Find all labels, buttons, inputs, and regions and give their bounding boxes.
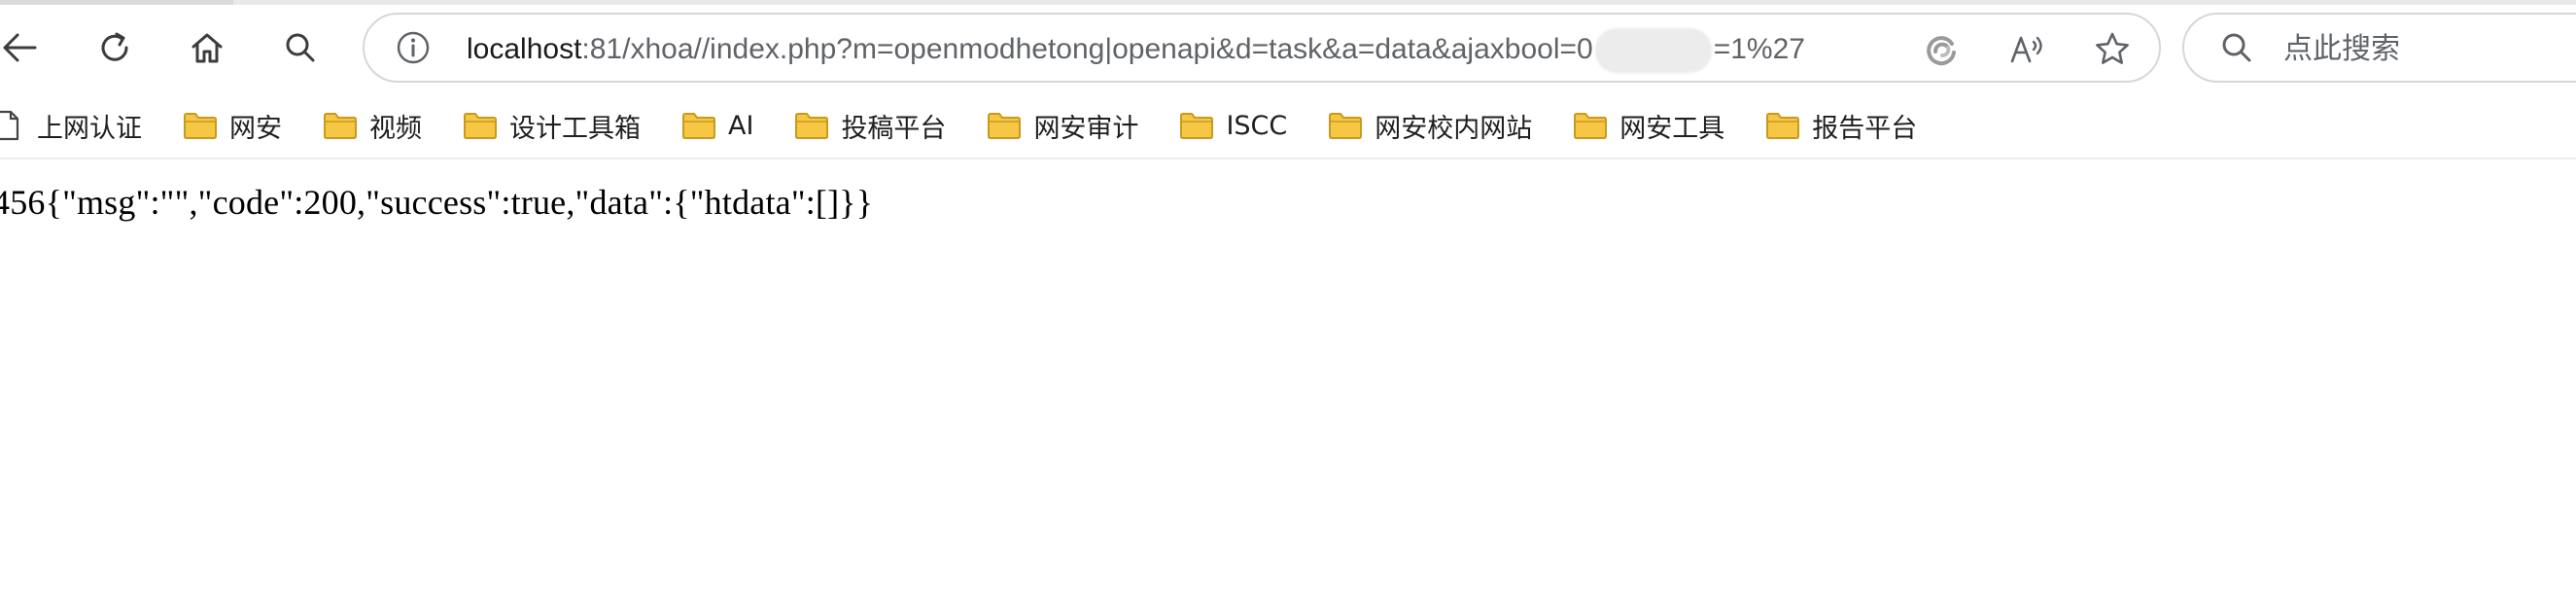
folder-icon [681, 111, 716, 140]
bookmark-label: 视频 [369, 113, 422, 144]
home-icon [188, 28, 226, 67]
page-content: 456{"msg":"","code":200,"success":true,"… [0, 161, 2576, 599]
bookmark-label: 网安校内网站 [1375, 113, 1533, 144]
url-path-tail: =1%27 [1713, 32, 1805, 65]
bookmark-item[interactable]: 上网认证 [0, 100, 154, 151]
url-host: localhost [467, 32, 582, 65]
folder-icon [1328, 111, 1363, 140]
toolbar-search-button[interactable] [273, 20, 328, 75]
edge-refresh-icon[interactable] [1920, 28, 1963, 71]
bookmark-label: 网安审计 [1033, 113, 1139, 144]
bookmark-label: ISCC [1226, 110, 1288, 141]
home-button[interactable] [180, 20, 234, 75]
bookmark-label: 设计工具箱 [509, 113, 641, 144]
bookmark-folder[interactable]: 投稿平台 [781, 100, 957, 151]
url-text[interactable]: localhost:81/xhoa//index.php?m=openmodhe… [467, 28, 1805, 73]
browser-window: localhost:81/xhoa//index.php?m=openmodhe… [0, 0, 2576, 599]
back-button[interactable] [0, 20, 47, 75]
favorite-star-icon[interactable] [2091, 28, 2134, 71]
folder-icon [463, 111, 498, 140]
bookmark-folder[interactable]: 网安 [169, 100, 294, 151]
bookmark-folder[interactable]: 设计工具箱 [449, 100, 652, 151]
bookmark-folder[interactable]: AI [668, 100, 765, 151]
bookmark-folder[interactable]: 网安校内网站 [1314, 100, 1544, 151]
bookmark-folder[interactable]: 报告平台 [1752, 100, 1929, 151]
bookmark-label: 投稿平台 [841, 113, 947, 144]
folder-icon [323, 111, 358, 140]
read-aloud-icon[interactable] [2007, 28, 2050, 71]
bookmark-label: 上网认证 [37, 113, 142, 144]
folder-icon [987, 111, 1022, 140]
search-icon [283, 30, 318, 65]
reload-icon [95, 28, 134, 67]
folder-icon [1765, 111, 1800, 140]
browser-toolbar: localhost:81/xhoa//index.php?m=openmodhe… [0, 5, 2576, 88]
bookmark-folder[interactable]: 网安工具 [1559, 100, 1736, 151]
reload-button[interactable] [87, 20, 142, 75]
folder-icon [794, 111, 829, 140]
search-box[interactable] [2182, 13, 2576, 83]
url-redaction-blur [1594, 28, 1712, 73]
search-icon [2217, 28, 2256, 67]
bookmark-folder[interactable]: ISCC [1166, 100, 1299, 151]
page-icon [0, 110, 25, 141]
bookmark-label: 网安工具 [1619, 113, 1725, 144]
address-bar[interactable]: localhost:81/xhoa//index.php?m=openmodhe… [363, 13, 2161, 83]
bookmark-label: 报告平台 [1812, 113, 1918, 144]
bookmarks-bar: 上网认证 网安 视频 设计工具箱 AI 投稿平台 网安审计 ISCC 网安校内网… [0, 93, 2576, 159]
bookmark-folder[interactable]: 视频 [309, 100, 434, 151]
folder-icon [1179, 111, 1214, 140]
json-response: 456{"msg":"","code":200,"success":true,"… [0, 183, 874, 222]
url-path: :81/xhoa//index.php?m=openmodhetong|open… [581, 32, 1593, 65]
folder-icon [183, 111, 218, 140]
folder-icon [1573, 111, 1608, 140]
search-input[interactable] [2281, 24, 2576, 73]
info-icon[interactable] [394, 28, 433, 67]
back-arrow-icon [0, 28, 39, 67]
bookmark-label: 网安 [229, 113, 282, 144]
bookmark-label: AI [728, 110, 754, 141]
bookmark-folder[interactable]: 网安审计 [973, 100, 1150, 151]
